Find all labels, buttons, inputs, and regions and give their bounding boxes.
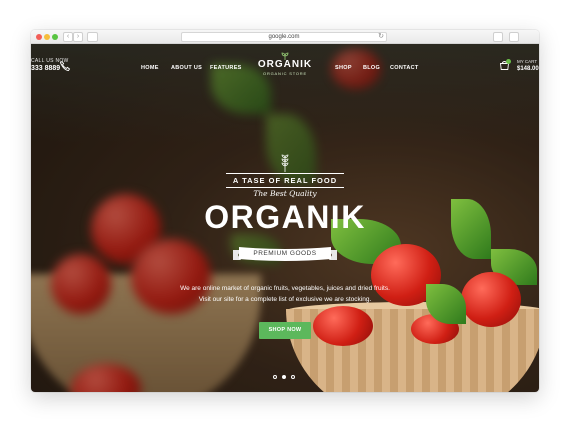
sidebar-toggle-icon[interactable] xyxy=(87,32,98,42)
hero-description: We are online market of organic fruits, … xyxy=(141,283,429,305)
forward-button[interactable]: › xyxy=(73,32,83,42)
address-bar[interactable]: google.com ↻ xyxy=(181,32,387,42)
wheat-icon xyxy=(281,154,289,172)
hero-description-line: Visit our site for a complete list of ex… xyxy=(198,296,372,303)
browser-toolbar: ‹ › google.com ↻ xyxy=(31,30,539,44)
ribbon-text: PREMIUM GOODS xyxy=(253,250,317,257)
page-viewport: CALL US NOW 333 8889 HOME ABOUT US FEATU… xyxy=(31,44,539,392)
hero-script-subtitle: The Best Quality xyxy=(253,189,317,198)
hero-title: ORGANIK xyxy=(204,199,366,235)
browser-window: ‹ › google.com ↻ CALL US NOW 333 8889 HO… xyxy=(31,30,539,392)
slider-dot[interactable] xyxy=(273,375,277,379)
shop-now-button[interactable]: SHOP NOW xyxy=(259,322,311,339)
address-bar-url: google.com xyxy=(268,34,300,40)
reload-icon[interactable]: ↻ xyxy=(378,33,384,41)
maximize-window-button[interactable] xyxy=(52,34,58,40)
hero-slider: A TASE OF REAL FOOD The Best Quality ORG… xyxy=(31,44,539,392)
back-button[interactable]: ‹ xyxy=(63,32,73,42)
tabs-icon[interactable] xyxy=(509,32,519,42)
slider-dot[interactable] xyxy=(291,375,295,379)
close-window-button[interactable] xyxy=(36,34,42,40)
hero-tagline: A TASE OF REAL FOOD xyxy=(226,173,344,188)
new-tab-icon[interactable] xyxy=(525,32,535,42)
slider-pagination xyxy=(271,375,301,381)
minimize-window-button[interactable] xyxy=(44,34,50,40)
slider-dot-active[interactable] xyxy=(282,375,286,379)
share-icon[interactable] xyxy=(493,32,503,42)
hero-description-line: We are online market of organic fruits, … xyxy=(180,285,390,292)
